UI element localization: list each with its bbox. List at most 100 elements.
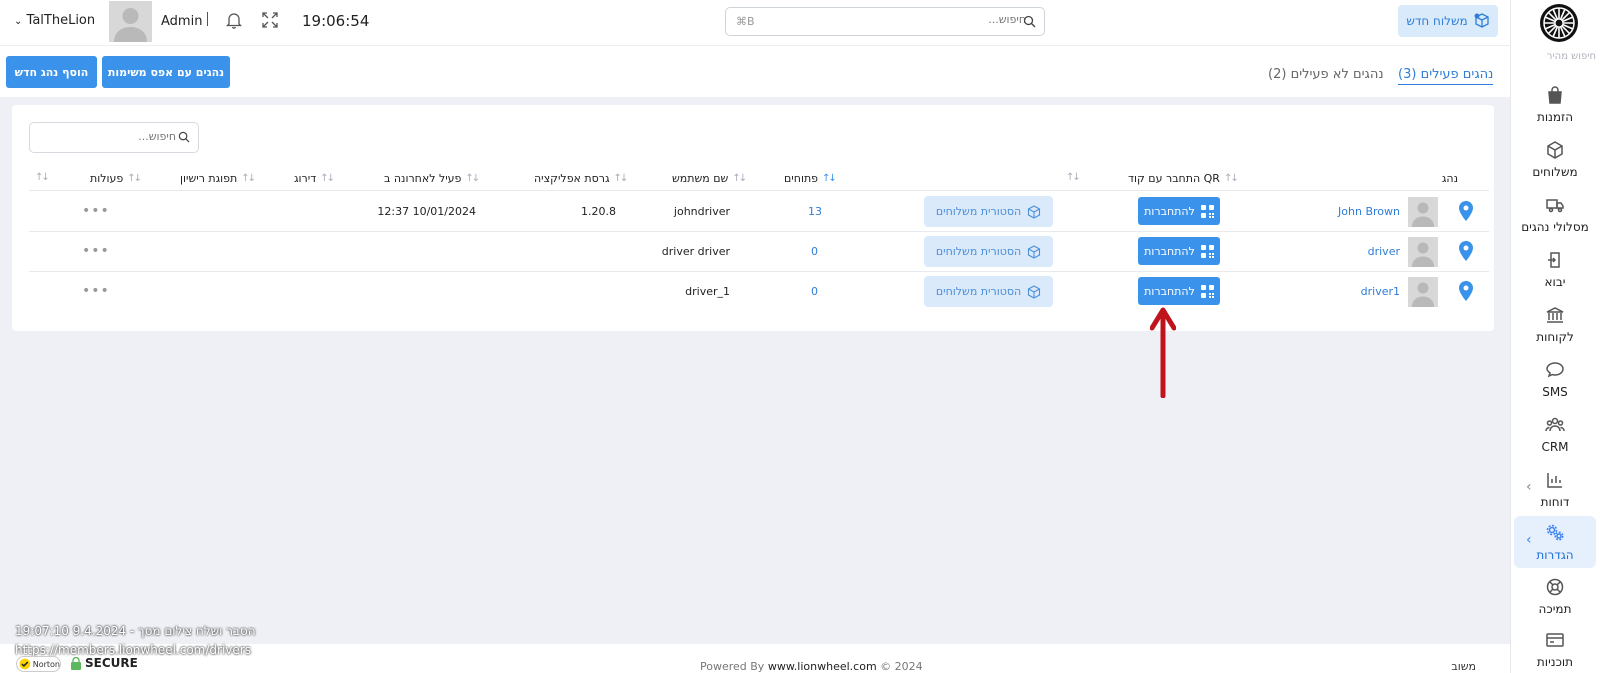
- sidebar-item-label: הזמנות: [1536, 110, 1574, 124]
- sidebar: חיפוש מהיר הזמנות משלוחים מסלולי נהגים י…: [1510, 0, 1600, 673]
- qr-connect-button[interactable]: להתחברות: [1138, 237, 1220, 265]
- table-search[interactable]: [29, 122, 199, 153]
- sort-icon[interactable]: ↑↓: [1224, 173, 1239, 184]
- column-header-actions[interactable]: פעולות ↑↓: [90, 172, 142, 185]
- sort-icon[interactable]: ↑↓: [241, 173, 256, 184]
- sidebar-item-shipments[interactable]: משלוחים: [1514, 133, 1596, 185]
- bank-icon: [1544, 304, 1566, 326]
- sidebar-item-import[interactable]: יבוא: [1514, 243, 1596, 295]
- column-header-username[interactable]: שם משתמש ↑↓: [672, 172, 747, 185]
- driver-name-link[interactable]: driver1: [1361, 285, 1400, 298]
- divider: [207, 12, 208, 26]
- column-header-history[interactable]: ↑↓: [1066, 172, 1081, 183]
- chevron-left-icon: ‹: [1526, 532, 1532, 548]
- shipment-history-button[interactable]: הסטורית משלוחים: [924, 196, 1053, 227]
- sidebar-item-reports[interactable]: ‹ דוחות: [1514, 463, 1596, 515]
- more-actions-icon[interactable]: •••: [82, 243, 110, 259]
- opens-count[interactable]: 13: [808, 205, 822, 218]
- fullscreen-icon[interactable]: [262, 12, 278, 28]
- column-header-extra[interactable]: ↑↓: [35, 172, 50, 183]
- column-label: פעולות: [90, 172, 124, 185]
- sidebar-item-label: SMS: [1542, 385, 1568, 399]
- copyright: © 2024: [880, 660, 923, 673]
- column-label: דירוג: [294, 172, 317, 185]
- sort-icon[interactable]: ↑↓: [822, 173, 837, 184]
- sort-icon[interactable]: ↑↓: [127, 173, 142, 184]
- chevron-left-icon: ‹: [1526, 479, 1532, 495]
- sidebar-item-customers[interactable]: לקוחות: [1514, 298, 1596, 350]
- user-menu[interactable]: ⌄ TalTheLion: [14, 13, 95, 28]
- driver-name-link[interactable]: driver: [1368, 245, 1400, 258]
- qr-connect-label: להתחברות: [1144, 244, 1195, 258]
- truck-icon: [1544, 194, 1566, 216]
- package-icon: [1028, 204, 1041, 219]
- column-header-license-expiry[interactable]: תפוגת רישיון ↑↓: [180, 172, 256, 185]
- sidebar-item-driver-routes[interactable]: מסלולי נהגים: [1514, 188, 1596, 240]
- driver-avatar: [1408, 237, 1438, 267]
- chat-bubble-icon: [1544, 359, 1566, 381]
- tab-inactive-drivers[interactable]: נהגים לא פעילים (2): [1268, 67, 1384, 82]
- add-driver-button[interactable]: הוסף נהג חדש: [6, 56, 97, 88]
- import-icon: [1544, 249, 1566, 271]
- sort-icon[interactable]: ↑↓: [35, 172, 50, 183]
- sidebar-item-label: CRM: [1541, 440, 1569, 454]
- sort-icon[interactable]: ↑↓: [320, 173, 335, 184]
- sidebar-item-orders[interactable]: הזמנות: [1514, 78, 1596, 130]
- global-search[interactable]: ⌘B: [725, 7, 1045, 36]
- package-icon: [1028, 284, 1041, 299]
- qr-connect-button[interactable]: להתחברות: [1138, 277, 1220, 305]
- package-icon: [1544, 139, 1566, 161]
- new-shipment-button[interactable]: משלוח חדש: [1398, 5, 1498, 37]
- sidebar-item-sms[interactable]: SMS: [1514, 353, 1596, 405]
- lock-icon: [71, 656, 81, 670]
- more-actions-icon[interactable]: •••: [82, 203, 110, 219]
- sort-icon[interactable]: ↑↓: [465, 173, 480, 184]
- avatar-placeholder-icon: [1412, 282, 1434, 307]
- user-avatar[interactable]: [109, 1, 152, 42]
- lionwheel-logo[interactable]: [1540, 4, 1578, 42]
- sidebar-item-support[interactable]: תמיכה: [1514, 570, 1596, 622]
- opens-count[interactable]: 0: [811, 285, 818, 298]
- qr-connect-button[interactable]: להתחברות: [1138, 197, 1220, 225]
- sort-icon[interactable]: ↑↓: [1066, 172, 1081, 183]
- feedback-link[interactable]: משוב: [1451, 660, 1476, 673]
- global-search-input[interactable]: [756, 13, 1026, 26]
- site-link[interactable]: www.lionwheel.com: [768, 660, 877, 673]
- column-header-app-version[interactable]: גרסת אפליקציה ↑↓: [534, 172, 629, 185]
- qr-code-icon: [1200, 284, 1214, 298]
- sidebar-item-label: תמיכה: [1538, 602, 1572, 616]
- app-version-cell: 1.20.8: [581, 205, 616, 218]
- column-header-last-active[interactable]: פעיל לאחרונה ב ↑↓: [384, 172, 480, 185]
- column-label: גרסת אפליקציה: [534, 172, 610, 185]
- chart-icon: [1544, 469, 1566, 491]
- sidebar-item-plans[interactable]: תוכניות: [1514, 623, 1596, 673]
- column-header-rating[interactable]: דירוג ↑↓: [294, 172, 335, 185]
- avatar-placeholder-icon: [114, 8, 147, 42]
- map-pin-icon[interactable]: [1458, 201, 1474, 221]
- map-pin-icon[interactable]: [1458, 241, 1474, 261]
- zero-tasks-drivers-button[interactable]: נהגים עם אפס משימות: [102, 56, 230, 88]
- map-pin-icon[interactable]: [1458, 281, 1474, 301]
- sort-icon[interactable]: ↑↓: [732, 173, 747, 184]
- table-search-input[interactable]: [46, 130, 176, 143]
- screenshot-timestamp-overlay: הסבר ושלח צילום מסך - 9.4.2024 19:07:10: [15, 624, 256, 638]
- column-header-driver[interactable]: נהג: [1442, 172, 1458, 185]
- opens-count[interactable]: 0: [811, 245, 818, 258]
- username-cell: johndriver: [673, 205, 730, 218]
- sidebar-item-crm[interactable]: CRM: [1514, 408, 1596, 460]
- shipment-history-button[interactable]: הסטורית משלוחים: [924, 236, 1053, 267]
- driver-name-link[interactable]: John Brown: [1338, 205, 1400, 218]
- shipment-history-button[interactable]: הסטורית משלוחים: [924, 276, 1053, 307]
- bell-icon[interactable]: [225, 11, 243, 29]
- quick-search-label[interactable]: חיפוש מהיר: [1547, 51, 1596, 62]
- search-icon: [1023, 15, 1036, 28]
- sort-icon[interactable]: ↑↓: [614, 173, 629, 184]
- annotation-arrow-icon: [1150, 307, 1176, 398]
- column-header-opens[interactable]: פתוחים ↑↓: [784, 172, 837, 185]
- tab-active-drivers[interactable]: נהגים פעילים (3): [1398, 67, 1494, 85]
- column-header-qr[interactable]: התחבר עם קוד QR ↑↓: [1128, 172, 1239, 185]
- username-cell: driver driver: [661, 245, 730, 258]
- secure-badge: SECURE: [70, 656, 138, 670]
- more-actions-icon[interactable]: •••: [82, 283, 110, 299]
- sidebar-item-settings[interactable]: ‹ הגדרות: [1514, 516, 1596, 568]
